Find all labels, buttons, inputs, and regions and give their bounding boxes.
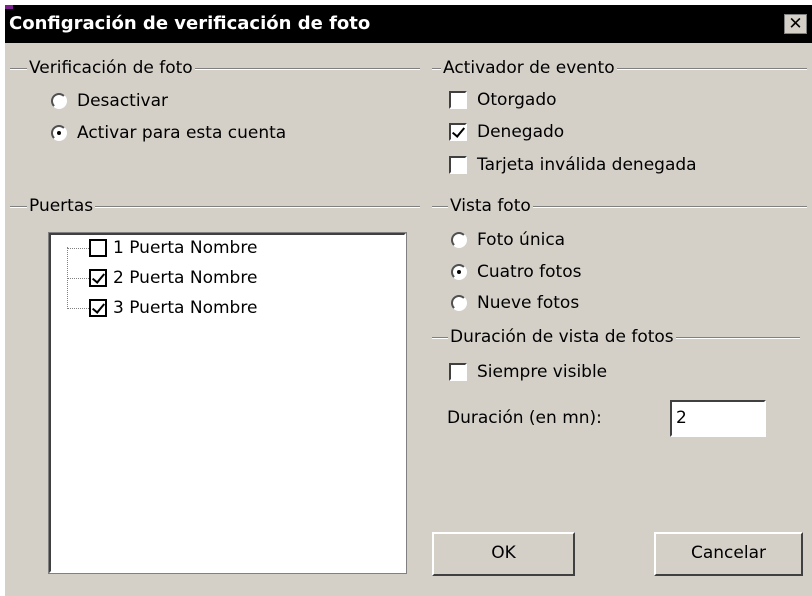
checkbox-invalid-card-label: Tarjeta inválida denegada (477, 155, 697, 175)
tree-item-door-2[interactable]: 2 Puerta Nombre (67, 268, 257, 288)
radio-single-photo-indicator[interactable] (451, 232, 467, 248)
door-2-checkbox[interactable] (89, 269, 107, 287)
door-1-label: 1 Puerta Nombre (113, 238, 258, 258)
title-bar[interactable]: Configración de verificación de foto ✕ (5, 5, 812, 43)
close-icon: ✕ (788, 14, 803, 34)
close-button[interactable]: ✕ (784, 14, 807, 34)
checkbox-denied[interactable]: Denegado (449, 122, 564, 142)
checkbox-granted[interactable]: Otorgado (449, 90, 557, 110)
dialog-window: Configración de verificación de foto ✕ V… (5, 5, 812, 596)
photo-verification-legend: Verificación de foto (27, 58, 195, 78)
checkbox-denied-label: Denegado (477, 122, 565, 142)
door-2-label: 2 Puerta Nombre (113, 268, 258, 288)
window-title: Configración de verificación de foto (9, 13, 371, 34)
radio-nine-photos-label: Nueve fotos (477, 293, 580, 313)
title-accent-stripe (5, 5, 13, 9)
door-1-checkbox[interactable] (89, 239, 107, 257)
radio-nine-photos-indicator[interactable] (451, 295, 467, 311)
checkbox-invalid-card-box[interactable] (449, 156, 467, 174)
checkbox-denied-box[interactable] (449, 123, 467, 141)
view-duration-legend: Duración de vista de fotos (448, 327, 676, 347)
tree-branch (67, 307, 89, 309)
duration-input[interactable]: 2 (670, 400, 766, 437)
checkbox-granted-box[interactable] (449, 91, 467, 109)
radio-enable-account-indicator[interactable] (51, 125, 67, 141)
tree-item-door-3[interactable]: 3 Puerta Nombre (67, 298, 257, 318)
checkbox-invalid-card[interactable]: Tarjeta inválida denegada (449, 155, 697, 175)
radio-enable-account-label: Activar para esta cuenta (77, 123, 287, 143)
doors-legend: Puertas (27, 196, 96, 216)
photo-view-legend: Vista foto (448, 196, 533, 216)
tree-item-door-1[interactable]: 1 Puerta Nombre (67, 238, 257, 258)
tree-branch (67, 247, 89, 249)
radio-four-photos-indicator[interactable] (451, 264, 467, 280)
checkbox-always-visible-label: Siempre visible (477, 362, 608, 382)
radio-single-photo[interactable]: Foto única (451, 230, 565, 250)
cancel-button[interactable]: Cancelar (654, 532, 803, 576)
event-trigger-legend: Activador de evento (441, 58, 617, 78)
radio-enable-account[interactable]: Activar para esta cuenta (51, 123, 286, 143)
radio-four-photos-label: Cuatro fotos (477, 262, 582, 282)
radio-disable-indicator[interactable] (51, 93, 67, 109)
duration-label: Duración (en mn): (447, 408, 602, 428)
checkbox-always-visible-box[interactable] (449, 363, 467, 381)
radio-nine-photos[interactable]: Nueve fotos (451, 293, 579, 313)
door-3-checkbox[interactable] (89, 299, 107, 317)
ok-button[interactable]: OK (432, 532, 575, 576)
doors-tree[interactable]: 1 Puerta Nombre 2 Puerta Nombre 3 Puerta… (48, 232, 407, 574)
radio-disable[interactable]: Desactivar (51, 91, 168, 111)
door-3-label: 3 Puerta Nombre (113, 298, 258, 318)
checkbox-granted-label: Otorgado (477, 90, 557, 110)
radio-disable-label: Desactivar (77, 91, 169, 111)
tree-branch (67, 277, 89, 279)
checkbox-always-visible[interactable]: Siempre visible (449, 362, 607, 382)
radio-four-photos[interactable]: Cuatro fotos (451, 262, 581, 282)
radio-single-photo-label: Foto única (477, 230, 566, 250)
